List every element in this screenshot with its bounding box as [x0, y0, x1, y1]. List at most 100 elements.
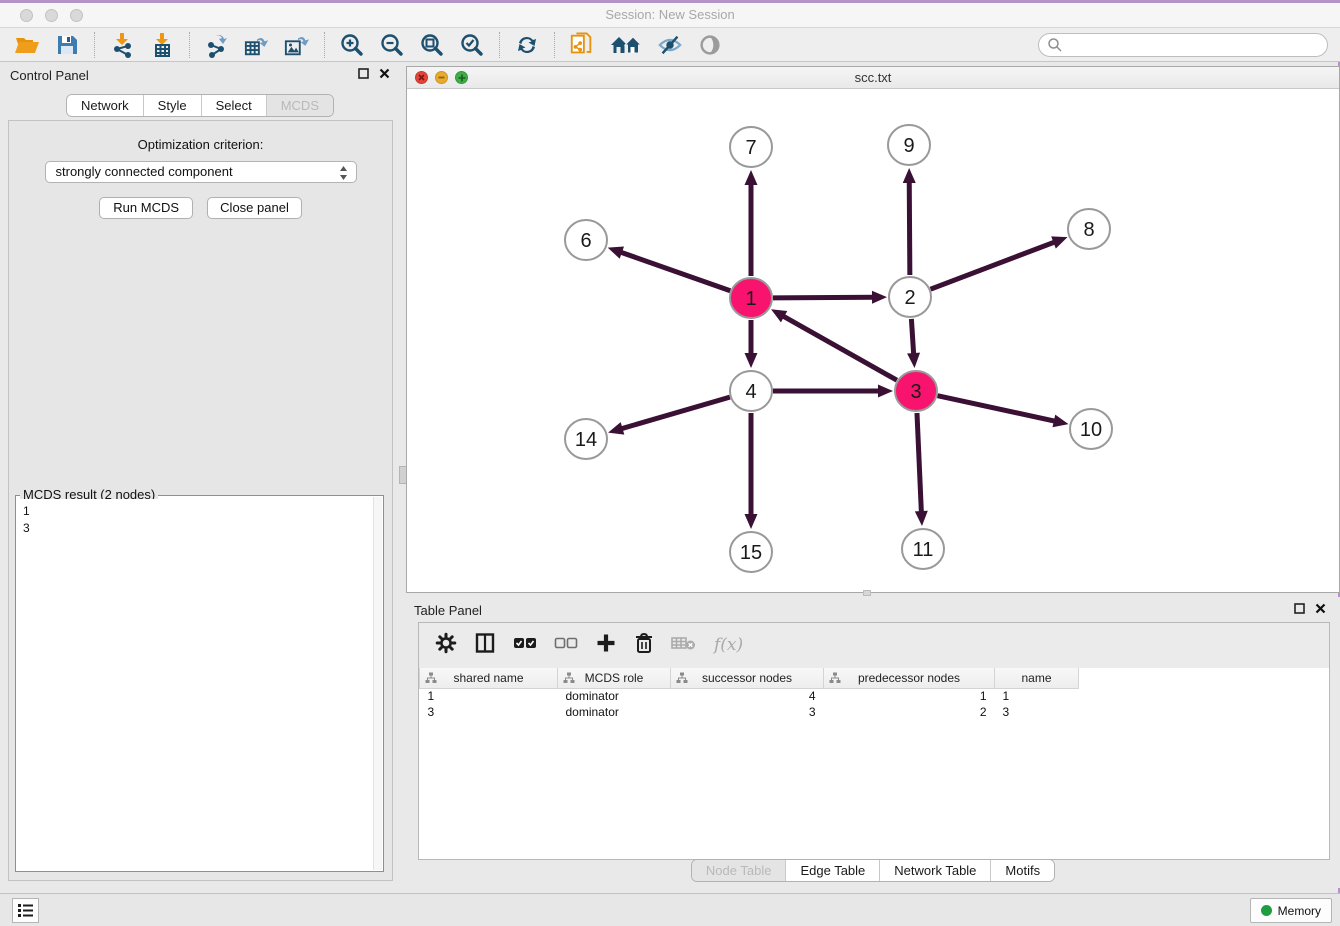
export-table-icon[interactable] — [244, 32, 270, 58]
tab-motifs[interactable]: Motifs — [991, 860, 1054, 881]
graph-node-6[interactable]: 6 — [565, 220, 607, 260]
zoom-in-icon[interactable] — [339, 32, 365, 58]
edge-2-3[interactable] — [911, 319, 913, 356]
tab-node-table[interactable]: Node Table — [692, 860, 787, 881]
search-field[interactable] — [1038, 33, 1328, 57]
float-panel-icon[interactable] — [358, 68, 369, 79]
network-window-title: scc.txt — [407, 70, 1339, 85]
float-table-panel-icon[interactable] — [1294, 603, 1305, 614]
network-window-titlebar[interactable]: scc.txt — [407, 67, 1339, 89]
memory-button[interactable]: Memory — [1250, 898, 1332, 923]
save-session-icon[interactable] — [54, 32, 80, 58]
graph-node-7[interactable]: 7 — [730, 127, 772, 167]
table-cell[interactable]: 3 — [671, 704, 824, 720]
edge-1-6[interactable] — [619, 252, 730, 291]
search-input[interactable] — [1063, 36, 1327, 54]
graph-node-3[interactable]: 3 — [895, 371, 937, 411]
graph-node-8[interactable]: 8 — [1068, 209, 1110, 249]
edge-1-2[interactable] — [773, 297, 875, 298]
control-panel: Control Panel NetworkStyleSelectMCDS Opt… — [0, 62, 400, 893]
table-cell[interactable]: 2 — [824, 704, 995, 720]
tab-edge-table[interactable]: Edge Table — [786, 860, 880, 881]
edge-arrowhead — [745, 353, 758, 368]
edge-2-9[interactable] — [909, 180, 910, 275]
table-cell[interactable]: 1 — [824, 688, 995, 704]
result-scrollbar[interactable] — [373, 497, 382, 870]
result-item[interactable]: 3 — [23, 520, 373, 537]
edge-2-8[interactable] — [931, 241, 1057, 289]
tab-network-table[interactable]: Network Table — [880, 860, 991, 881]
delete-column-icon[interactable] — [634, 632, 654, 659]
node-label: 6 — [580, 230, 591, 252]
table-row[interactable]: 1dominator411 — [420, 688, 1079, 704]
edge-3-1[interactable] — [781, 315, 896, 380]
memory-status-dot — [1261, 905, 1272, 916]
column-header-successor-nodes[interactable]: successor nodes — [671, 668, 824, 688]
export-image-icon[interactable] — [284, 32, 310, 58]
table-cell[interactable]: 4 — [671, 688, 824, 704]
table-cell[interactable]: 3 — [420, 704, 558, 720]
column-header-shared-name[interactable]: shared name — [420, 668, 558, 688]
column-header-mcds-role[interactable]: MCDS role — [558, 668, 671, 688]
table-cell[interactable]: 1 — [995, 688, 1079, 704]
add-column-icon[interactable] — [595, 632, 617, 659]
graph-node-15[interactable]: 15 — [730, 532, 772, 572]
network-canvas[interactable]: 7 9 6 8 1 2 4 3 14 10 15 11 — [407, 89, 1339, 592]
table-cell[interactable]: 3 — [995, 704, 1079, 720]
node-label: 10 — [1080, 419, 1102, 441]
close-table-panel-icon[interactable] — [1315, 603, 1326, 614]
select-chevrons-icon — [339, 165, 348, 187]
horizontal-splitter-grip[interactable] — [863, 590, 871, 596]
select-all-icon[interactable] — [513, 635, 537, 656]
import-network-icon[interactable] — [109, 32, 135, 58]
deselect-all-icon[interactable] — [554, 635, 578, 656]
edge-arrowhead — [745, 170, 758, 185]
graph-node-9[interactable]: 9 — [888, 125, 930, 165]
home-icon[interactable] — [609, 32, 643, 58]
edge-3-10[interactable] — [937, 396, 1056, 422]
graph-node-4[interactable]: 4 — [730, 371, 772, 411]
clone-network-icon[interactable] — [569, 32, 595, 58]
result-item[interactable]: 1 — [23, 503, 373, 520]
search-icon — [1047, 37, 1063, 53]
open-session-icon[interactable] — [14, 32, 40, 58]
column-chooser-icon[interactable] — [474, 632, 496, 659]
column-header-predecessor-nodes[interactable]: predecessor nodes — [824, 668, 995, 688]
close-panel-icon[interactable] — [379, 68, 390, 79]
tab-mcds[interactable]: MCDS — [267, 95, 333, 116]
task-history-button[interactable] — [12, 898, 39, 923]
criterion-select[interactable]: strongly connected component — [45, 161, 357, 183]
window-title: Session: New Session — [0, 7, 1340, 22]
table-panel-title: Table Panel — [414, 603, 482, 618]
zoom-fit-icon[interactable] — [419, 32, 445, 58]
refresh-icon[interactable] — [514, 32, 540, 58]
table-cell[interactable]: dominator — [558, 704, 671, 720]
graph-node-2[interactable]: 2 — [889, 277, 931, 317]
delete-table-icon — [671, 634, 697, 657]
table-panel: Table Panel — [406, 597, 1340, 888]
edge-4-14[interactable] — [620, 397, 730, 429]
mcds-result-list[interactable]: 13 — [17, 499, 373, 870]
edge-arrowhead — [1051, 236, 1067, 248]
graph-node-11[interactable]: 11 — [902, 529, 944, 569]
table-settings-gear-icon[interactable] — [435, 632, 457, 659]
table-cell[interactable]: dominator — [558, 688, 671, 704]
zoom-selected-icon[interactable] — [459, 32, 485, 58]
tab-select[interactable]: Select — [202, 95, 267, 116]
table-cell[interactable]: 1 — [420, 688, 558, 704]
tab-style[interactable]: Style — [144, 95, 202, 116]
edge-3-11[interactable] — [917, 413, 921, 514]
close-panel-button[interactable]: Close panel — [207, 197, 302, 219]
graph-node-1[interactable]: 1 — [730, 278, 772, 318]
tab-network[interactable]: Network — [67, 95, 144, 116]
graph-node-10[interactable]: 10 — [1070, 409, 1112, 449]
import-table-icon[interactable] — [149, 32, 175, 58]
column-header-name[interactable]: name — [995, 668, 1079, 688]
table-row[interactable]: 3dominator323 — [420, 704, 1079, 720]
graph-node-14[interactable]: 14 — [565, 419, 607, 459]
export-network-icon[interactable] — [204, 32, 230, 58]
zoom-out-icon[interactable] — [379, 32, 405, 58]
run-mcds-button[interactable]: Run MCDS — [99, 197, 193, 219]
show-details-eye-icon[interactable] — [697, 32, 723, 58]
hide-details-eye-icon[interactable] — [657, 32, 683, 58]
